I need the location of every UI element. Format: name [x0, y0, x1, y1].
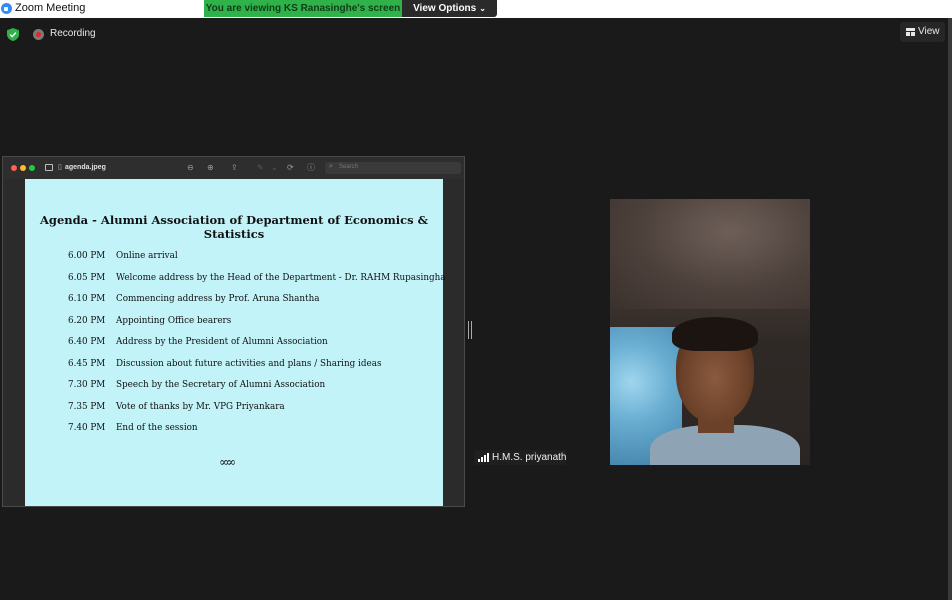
- agenda-time: 6.40 PM: [68, 337, 106, 347]
- scrollbar[interactable]: [948, 18, 952, 600]
- zoom-out-icon[interactable]: ⊖: [187, 163, 194, 173]
- agenda-time: 6.05 PM: [68, 272, 106, 283]
- agenda-item: End of the session: [116, 423, 198, 433]
- agenda-time: 6.45 PM: [68, 358, 106, 369]
- grid-view-icon: [906, 28, 915, 36]
- chevron-down-icon: ⌄: [479, 4, 486, 13]
- video-background: [610, 199, 810, 309]
- search-placeholder: Search: [339, 164, 359, 170]
- agenda-item: Address by the President of Alumni Assoc…: [116, 337, 328, 347]
- share-icon[interactable]: ⇪: [231, 163, 238, 173]
- agenda-time: 7.40 PM: [68, 423, 106, 433]
- rotate-icon[interactable]: ⟳: [287, 163, 294, 173]
- markup-icon[interactable]: ✎: [257, 163, 264, 173]
- maximize-window-icon[interactable]: [29, 165, 35, 171]
- markup-chevron-icon[interactable]: ⌄: [271, 163, 278, 173]
- agenda-time: 7.30 PM: [68, 380, 106, 390]
- viewer-filename: agenda.jpeg: [65, 164, 106, 171]
- minimize-window-icon[interactable]: [20, 165, 26, 171]
- agenda-item: Speech by the Secretary of Alumni Associ…: [116, 380, 326, 390]
- view-label: View: [918, 26, 940, 37]
- participant-name-tag: H.M.S. priyanath: [474, 450, 566, 465]
- agenda-item: Commencing address by Prof. Aruna Shanth…: [116, 294, 320, 304]
- recording-label: Recording: [50, 28, 96, 39]
- recording-icon[interactable]: [33, 29, 44, 40]
- shared-screen: ▯ agenda.jpeg ⊖ ⊕ ⇪ ✎ ⌄ ⟳ ⓘ ⌕ Search Age…: [2, 156, 465, 507]
- window-title: Zoom Meeting: [15, 2, 86, 14]
- view-options-label: View Options: [413, 3, 477, 14]
- agenda-item: Discussion about future activities and p…: [116, 358, 382, 369]
- video-hair: [672, 317, 758, 351]
- viewer-toolbar: ▯ agenda.jpeg ⊖ ⊕ ⇪ ✎ ⌄ ⟳ ⓘ ⌕ Search: [3, 157, 464, 179]
- agenda-item: Welcome address by the Head of the Depar…: [116, 272, 446, 283]
- shield-check-icon[interactable]: [7, 28, 19, 41]
- participant-name: H.M.S. priyanath: [492, 452, 567, 463]
- viewer-search-input[interactable]: ⌕ Search: [325, 162, 461, 174]
- info-icon[interactable]: ⓘ: [307, 163, 315, 173]
- agenda-item: Online arrival: [116, 251, 178, 261]
- view-options-button[interactable]: View Options ⌄: [402, 0, 497, 17]
- sidebar-icon[interactable]: [45, 164, 53, 171]
- zoom-app-icon: [1, 3, 12, 14]
- close-window-icon[interactable]: [11, 165, 17, 171]
- agenda-time: 6.20 PM: [68, 315, 106, 326]
- viewing-banner: You are viewing KS Ranasinghe's screen: [204, 0, 402, 17]
- agenda-time: 7.35 PM: [68, 401, 106, 412]
- search-icon: ⌕: [329, 163, 333, 170]
- signal-bars-icon: [478, 453, 489, 462]
- agenda-title: Agenda - Alumni Association of Departmen…: [40, 213, 428, 241]
- agenda-page: Agenda - Alumni Association of Departmen…: [25, 179, 446, 506]
- participant-video[interactable]: [610, 199, 810, 465]
- agenda-item: Vote of thanks by Mr. VPG Priyankara: [116, 401, 285, 412]
- flourish-ornament: ∞∞: [219, 455, 236, 469]
- agenda-time: 6.10 PM: [68, 294, 106, 304]
- zoom-in-icon[interactable]: ⊕: [207, 163, 214, 173]
- document-icon: ▯: [58, 164, 62, 171]
- view-button[interactable]: View: [900, 22, 945, 42]
- agenda-time: 6.00 PM: [68, 251, 106, 261]
- agenda-item: Appointing Office bearers: [116, 315, 232, 326]
- split-view-handle[interactable]: [468, 321, 472, 339]
